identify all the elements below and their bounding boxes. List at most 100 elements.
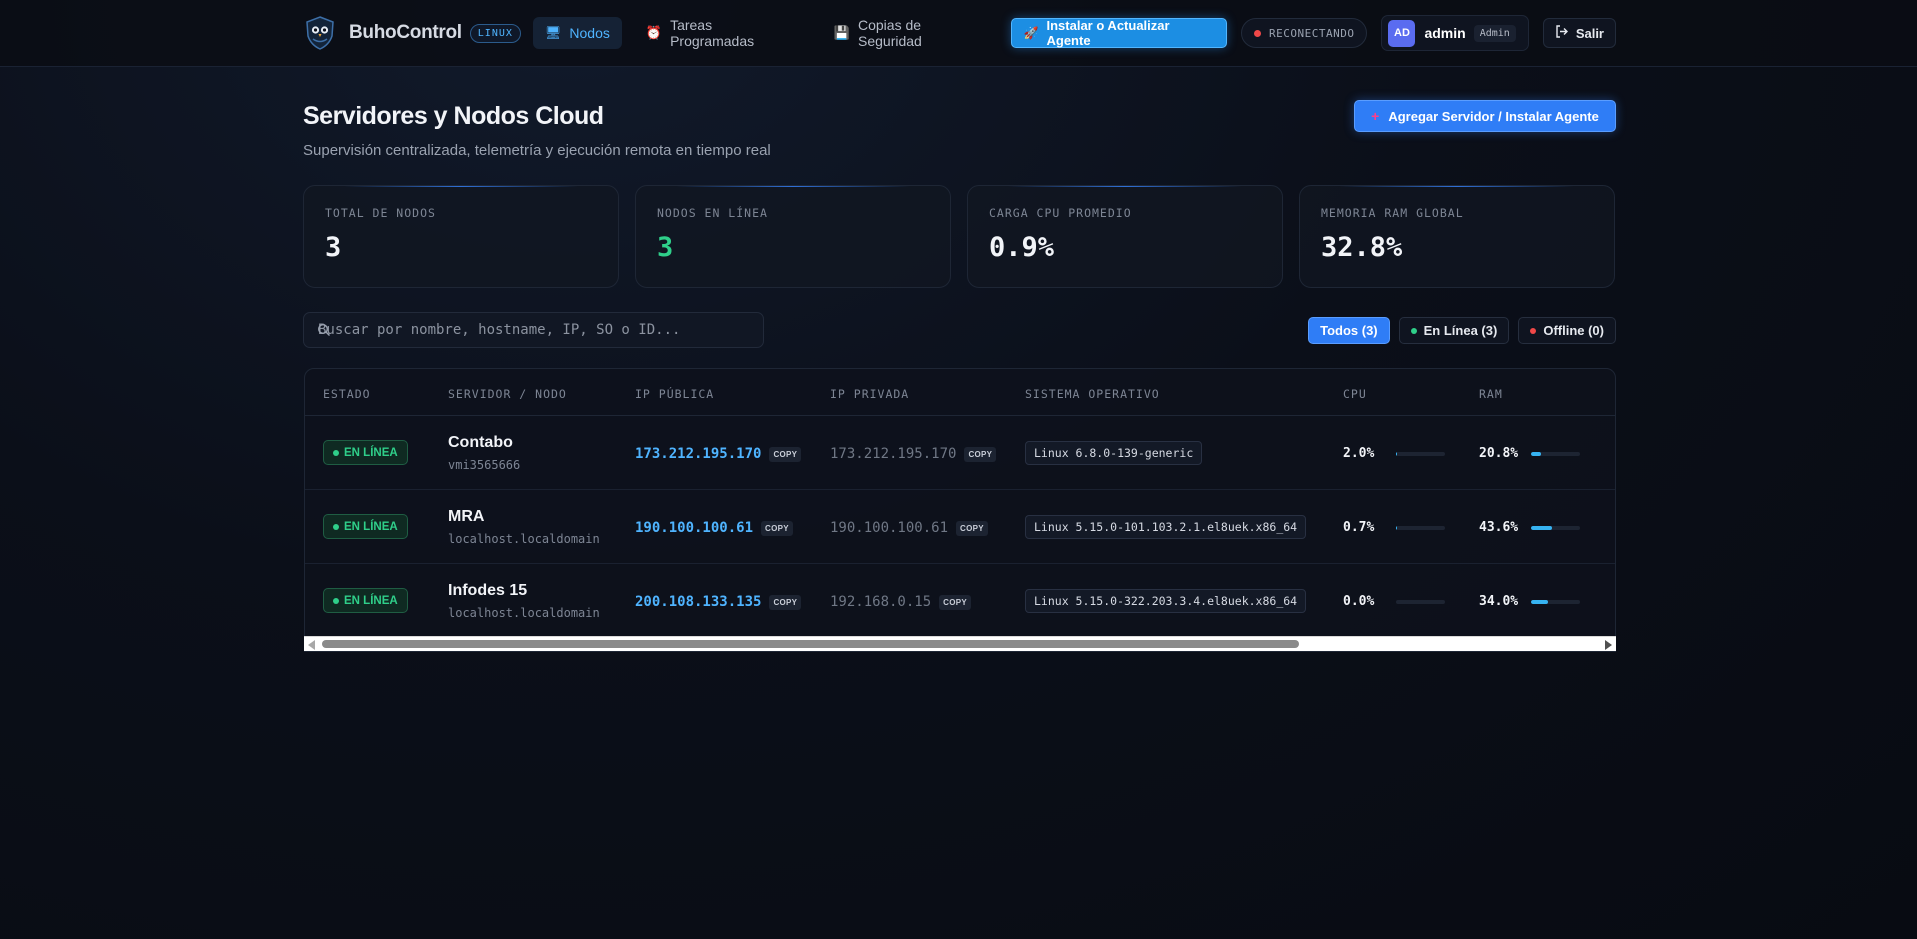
public-ip: 200.108.133.135 COPY [635,594,802,610]
stat-label: TOTAL DE NODOS [325,206,436,220]
stat-card-ram-global: MEMORIA RAM GLOBAL 32.8% [1299,185,1615,288]
column-header-ip-publica[interactable]: IP PÚBLICA [635,387,714,401]
install-agent-button[interactable]: 🚀 Instalar o Actualizar Agente [1010,18,1227,48]
private-ip-value: 173.212.195.170 [830,446,957,462]
column-header-servidor[interactable]: SERVIDOR / NODO [448,387,567,401]
public-ip: 190.100.100.61 COPY [635,520,793,536]
copy-public-ip-button[interactable]: COPY [769,446,802,462]
stat-label: NODOS EN LÍNEA [657,206,768,220]
add-server-label: Agregar Servidor / Instalar Agente [1388,108,1599,124]
stat-value: 3 [325,232,342,263]
node-name[interactable]: Contabo [448,434,513,452]
stat-value: 32.8% [1321,232,1403,263]
online-dot-icon [333,523,339,530]
ram-value: 43.6% [1479,520,1519,535]
nav-item-nodos[interactable]: 🖥 Nodos [532,17,622,49]
stat-card-total-nodes: TOTAL DE NODOS 3 [303,185,619,288]
private-ip-value: 192.168.0.15 [830,594,932,610]
brand[interactable]: BuhoControl LINUX [303,14,521,52]
status-text: EN LÍNEA [344,446,398,459]
status-dot-icon [1253,29,1261,37]
owl-shield-logo-icon [303,16,337,50]
node-name[interactable]: MRA [448,508,484,526]
avatar: AD [1388,19,1416,47]
table-row[interactable]: EN LÍNEA Infodes 15 localhost.localdomai… [305,564,1615,638]
user-menu[interactable]: AD admin Admin [1381,15,1529,51]
logout-button[interactable]: Salir [1542,18,1616,48]
os-badge: Linux 5.15.0-322.203.3.4.el8uek.x86_64 [1025,589,1307,613]
search-input[interactable] [304,313,763,347]
offline-dot-icon [1530,327,1537,334]
status-text: EN LÍNEA [344,594,398,607]
cpu-usage-bar [1396,526,1445,530]
online-dot-icon [333,597,339,604]
cpu-value: 2.0% [1343,446,1375,461]
cpu-value: 0.0% [1343,594,1375,609]
private-ip: 173.212.195.170 COPY [830,446,997,462]
column-header-estado[interactable]: ESTADO [323,387,371,401]
page-subtitle: Supervisión centralizada, telemetría y e… [303,142,771,159]
ram-usage-bar [1531,600,1580,604]
table-row[interactable]: EN LÍNEA MRA localhost.localdomain 190.1… [305,490,1615,564]
connection-status-badge: RECONECTANDO [1240,18,1368,48]
node-hostname: localhost.localdomain [448,606,600,620]
stat-card-cpu-load: CARGA CPU PROMEDIO 0.9% [967,185,1283,288]
os-badge: Linux 6.8.0-139-generic [1025,441,1203,465]
column-header-cpu[interactable]: CPU [1343,387,1367,401]
table-row[interactable]: EN LÍNEA Contabo vmi3565666 173.212.195.… [305,416,1615,490]
copy-private-ip-button[interactable]: COPY [939,594,972,610]
nav-item-label: Nodos [569,25,610,41]
status-text: EN LÍNEA [344,520,398,533]
ram-usage-fill [1531,600,1548,604]
stat-value: 0.9% [989,232,1055,263]
cpu-usage-fill [1396,452,1397,456]
column-header-sistema-operativo[interactable]: SISTEMA OPERATIVO [1025,387,1160,401]
ram-value: 34.0% [1479,594,1519,609]
page-title: Servidores y Nodos Cloud [303,102,604,130]
filter-offline-button[interactable]: Offline (0) [1518,317,1616,344]
status-badge: EN LÍNEA [323,588,408,613]
search-box [303,312,764,348]
ram-usage-bar [1531,452,1580,456]
public-ip: 173.212.195.170 COPY [635,446,802,462]
add-server-button[interactable]: + Agregar Servidor / Instalar Agente [1354,100,1616,132]
column-header-ram[interactable]: RAM [1479,387,1503,401]
online-dot-icon [333,449,339,456]
os-badge: Linux 5.15.0-101.103.2.1.el8uek.x86_64 [1025,515,1307,539]
cpu-value: 0.7% [1343,520,1375,535]
scroll-left-arrow-icon[interactable] [308,640,315,650]
search-icon [317,323,331,337]
ram-value: 20.8% [1479,446,1519,461]
scroll-right-arrow-icon[interactable] [1605,640,1612,650]
public-ip-value: 190.100.100.61 [635,520,754,536]
app-name: BuhoControl [349,22,462,43]
copy-public-ip-button[interactable]: COPY [761,520,793,536]
copy-private-ip-button[interactable]: COPY [956,520,988,536]
scrollbar-thumb[interactable] [322,640,1299,648]
nav-item-copias-de-seguridad[interactable]: 💾 Copias de Seguridad [822,17,999,49]
status-badge: EN LÍNEA [323,440,408,465]
logout-icon [1555,25,1568,41]
filter-label: Offline (0) [1543,323,1604,338]
status-badge: EN LÍNEA [323,514,408,539]
cpu-usage-bar [1396,452,1445,456]
ram-usage-fill [1531,526,1553,530]
filter-label: En Línea (3) [1423,323,1498,338]
private-ip-value: 190.100.100.61 [830,520,949,536]
nav-item-tareas-programadas[interactable]: ⏰ Tareas Programadas [634,17,810,49]
ram-usage-bar [1531,526,1580,530]
platform-tag: LINUX [469,23,521,43]
copy-public-ip-button[interactable]: COPY [769,594,802,610]
nodes-table: ESTADO SERVIDOR / NODO IP PÚBLICA IP PRI… [304,368,1616,652]
filter-online-button[interactable]: En Línea (3) [1398,317,1510,344]
node-name[interactable]: Infodes 15 [448,582,527,600]
rocket-icon: 🚀 [1023,26,1039,40]
user-name: admin [1424,25,1466,41]
table-header: ESTADO SERVIDOR / NODO IP PÚBLICA IP PRI… [305,369,1615,416]
stat-value: 3 [657,232,674,263]
filter-all-button[interactable]: Todos (3) [1308,317,1390,344]
horizontal-scrollbar[interactable] [304,636,1616,651]
column-header-ip-privada[interactable]: IP PRIVADA [830,387,909,401]
stat-label: CARGA CPU PROMEDIO [989,206,1132,220]
copy-private-ip-button[interactable]: COPY [964,446,997,462]
